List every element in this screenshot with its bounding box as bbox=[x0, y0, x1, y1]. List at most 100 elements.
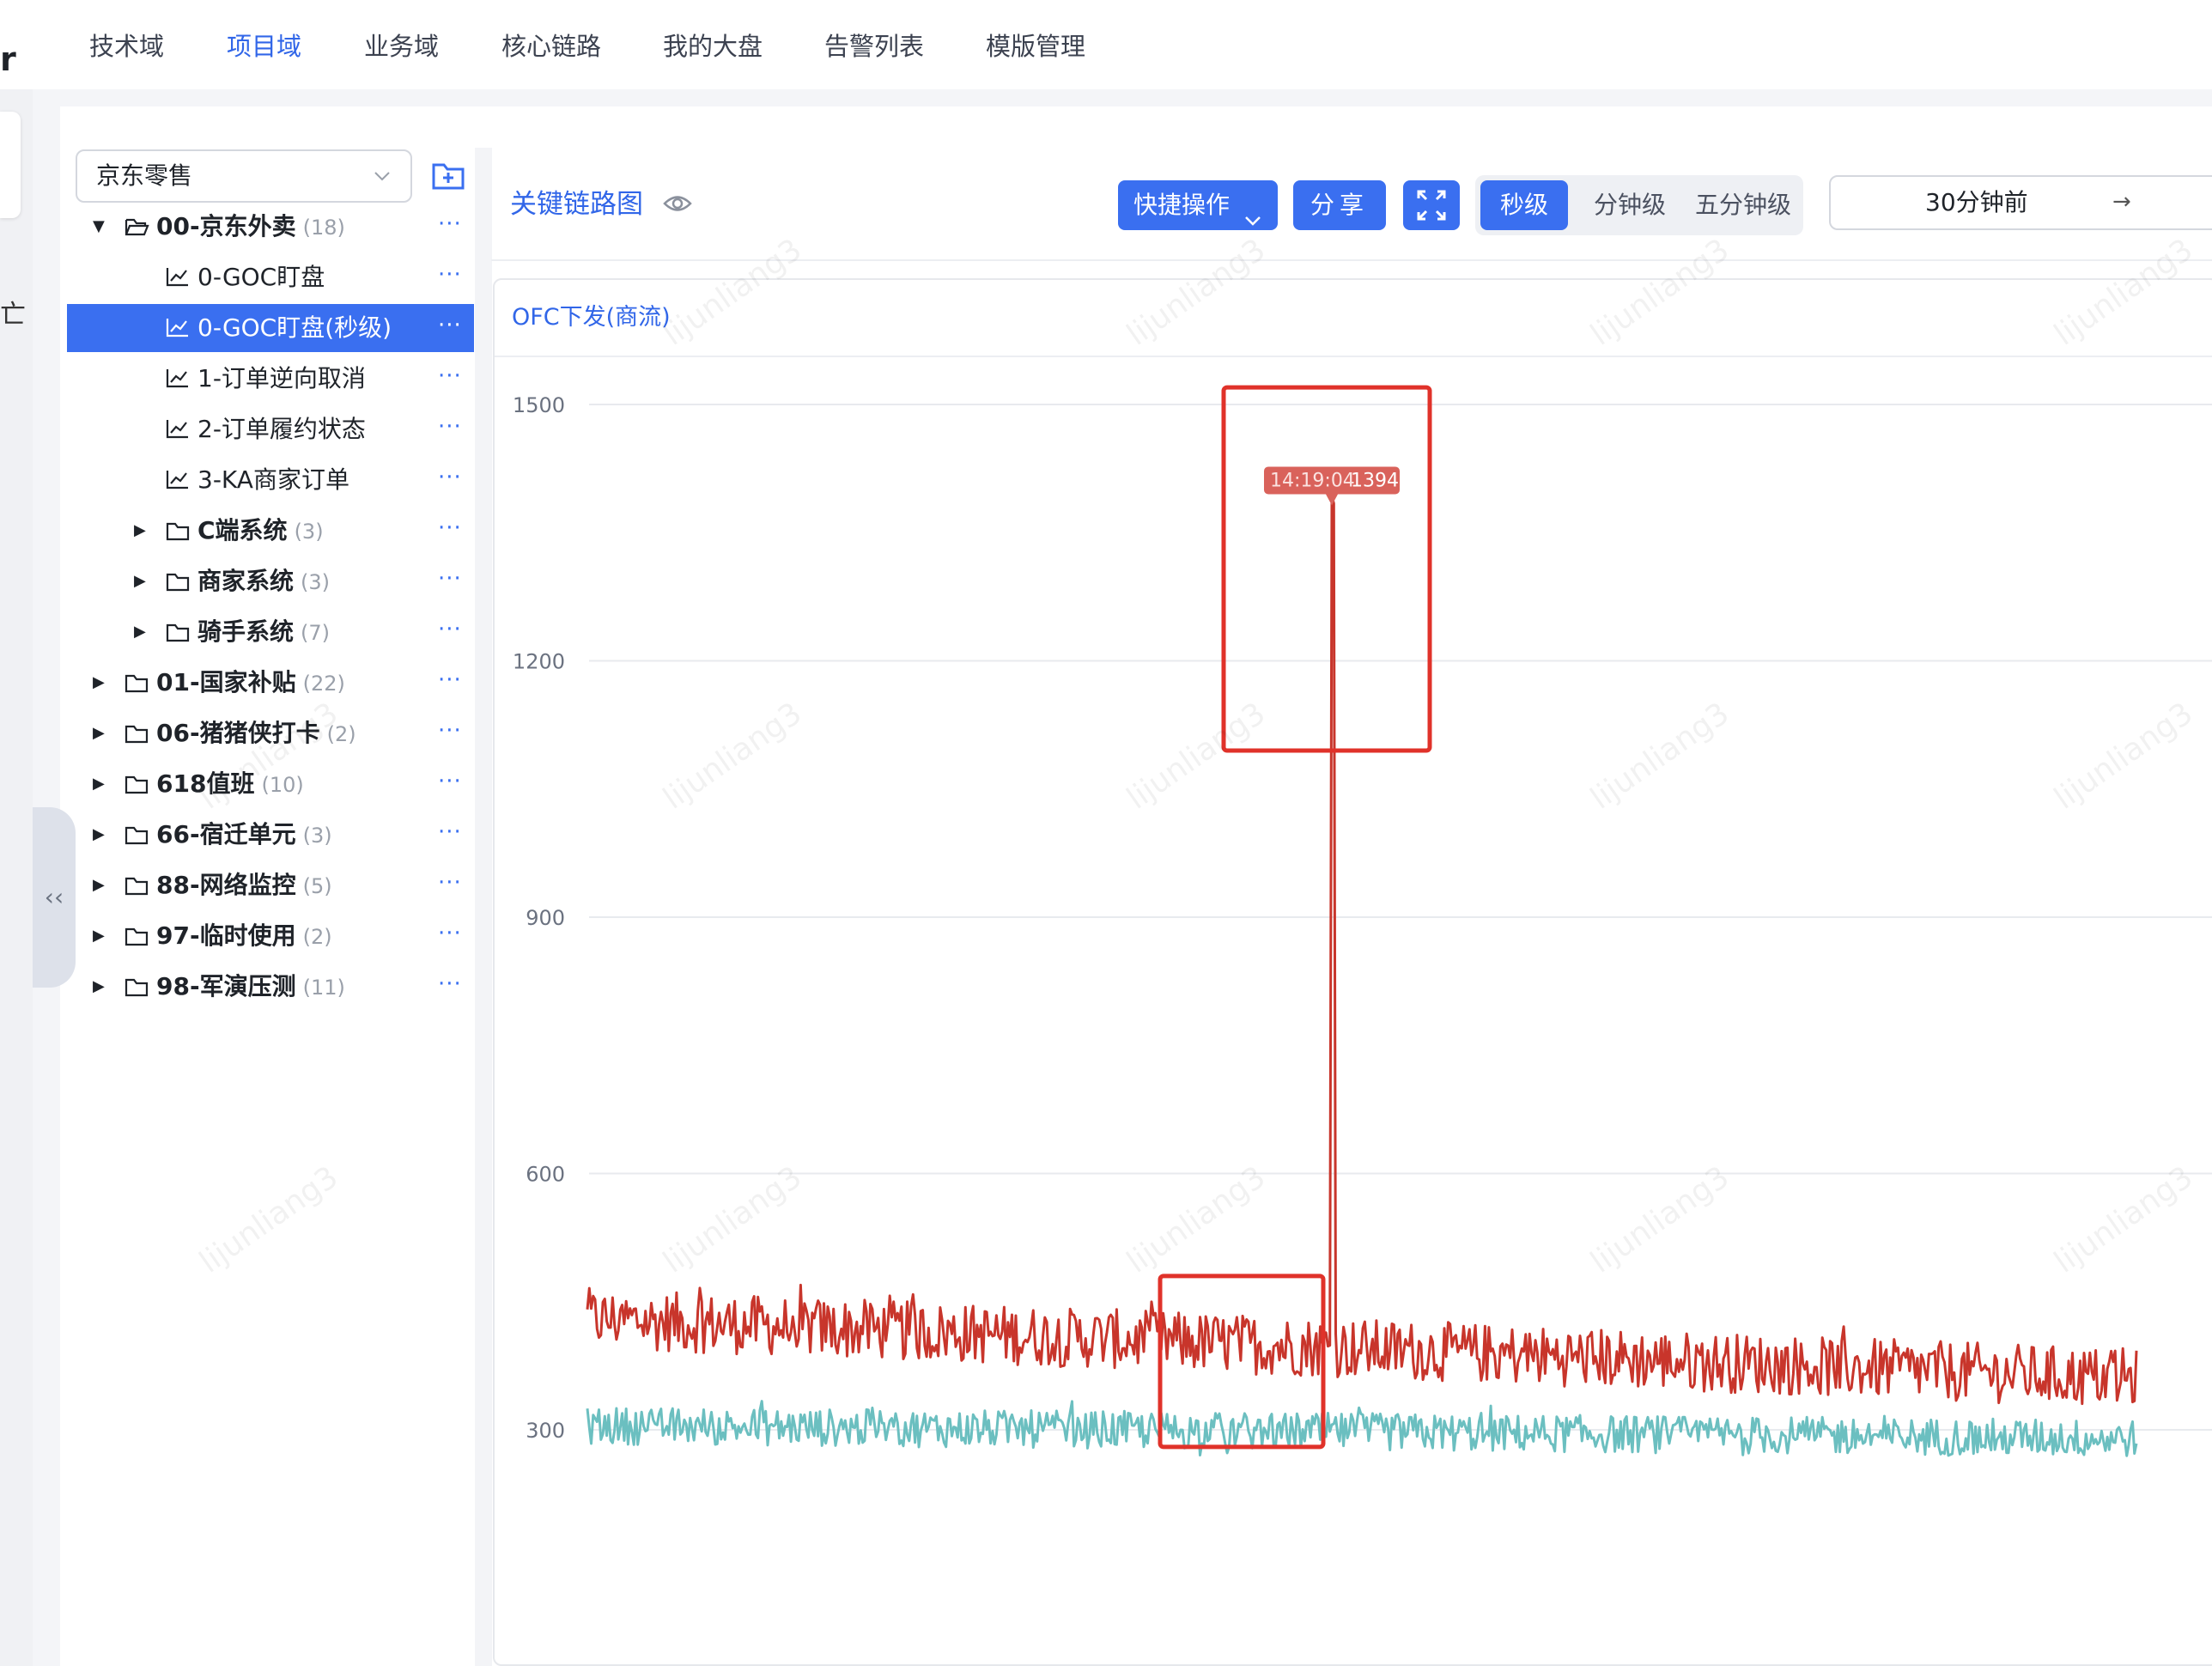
granularity-option[interactable]: 秒级 bbox=[1480, 180, 1568, 230]
folder-icon bbox=[165, 519, 191, 543]
caret-down-icon[interactable]: ▼ bbox=[93, 203, 105, 251]
caret-right-icon[interactable]: ▶ bbox=[93, 659, 105, 707]
nav-tab[interactable]: 项目域 bbox=[227, 26, 301, 67]
nav-tab[interactable]: 告警列表 bbox=[824, 26, 924, 67]
more-icon[interactable]: ··· bbox=[438, 456, 462, 499]
tree-item[interactable]: ▶ C端系统 (3) ··· bbox=[67, 507, 474, 555]
more-icon[interactable]: ··· bbox=[438, 355, 462, 398]
more-icon[interactable]: ··· bbox=[438, 760, 462, 803]
tree-item[interactable]: 0-GOC盯盘 ··· bbox=[67, 253, 474, 301]
more-icon[interactable]: ··· bbox=[438, 304, 462, 347]
page-title: 关键链路图 bbox=[510, 189, 643, 220]
line-chart-icon bbox=[165, 417, 191, 441]
tree-item-label: C端系统 (3) bbox=[198, 507, 324, 556]
folder-open-icon bbox=[124, 215, 149, 239]
more-icon[interactable]: ··· bbox=[438, 912, 462, 955]
fullscreen-icon[interactable] bbox=[1403, 180, 1460, 230]
folder-icon bbox=[124, 671, 149, 695]
eye-icon[interactable] bbox=[663, 192, 692, 218]
time-range-picker[interactable]: 30分钟前 → bbox=[1829, 175, 2212, 230]
nav-tab[interactable]: 我的大盘 bbox=[663, 26, 763, 67]
tree-item-label: 2-订单履约状态 bbox=[198, 405, 366, 453]
more-icon[interactable]: ··· bbox=[438, 608, 462, 651]
tree-item-count: (18) bbox=[302, 216, 345, 240]
series-line bbox=[586, 494, 2138, 1406]
more-icon[interactable]: ··· bbox=[438, 659, 462, 702]
caret-right-icon[interactable]: ▶ bbox=[134, 557, 146, 605]
tree-item-count: (22) bbox=[302, 672, 345, 696]
top-nav-bar bbox=[0, 0, 2212, 89]
tree-item-name: 66-宿迁单元 bbox=[156, 820, 296, 848]
tree-item-name: 商家系统 bbox=[198, 567, 295, 595]
tree-item-label: 98-军演压测 (11) bbox=[156, 963, 345, 1012]
more-icon[interactable]: ··· bbox=[438, 709, 462, 752]
tree-item[interactable]: ▶ 88-网络监控 (5) ··· bbox=[67, 861, 474, 909]
tree-item-label: 3-KA商家订单 bbox=[198, 456, 349, 504]
more-icon[interactable]: ··· bbox=[438, 811, 462, 854]
line-chart[interactable]: 1500 1200 900 600 300 14:19:041394 bbox=[493, 361, 2212, 1666]
tree-item[interactable]: 1-订单逆向取消 ··· bbox=[67, 355, 474, 403]
folder-icon bbox=[124, 772, 149, 796]
tree-item[interactable]: ▼ 00-京东外卖 (18) ··· bbox=[67, 203, 474, 251]
tree-item-count: (3) bbox=[301, 570, 331, 594]
caret-right-icon[interactable]: ▶ bbox=[93, 861, 105, 909]
y-tick-label: 300 bbox=[526, 1419, 565, 1443]
more-icon[interactable]: ··· bbox=[438, 557, 462, 600]
more-icon[interactable]: ··· bbox=[438, 203, 462, 246]
folder-icon bbox=[124, 873, 149, 897]
granularity-option[interactable]: 分钟级 bbox=[1582, 180, 1678, 230]
more-icon[interactable]: ··· bbox=[438, 507, 462, 550]
tree-item[interactable]: ▶ 01-国家补贴 (22) ··· bbox=[67, 659, 474, 707]
time-range-value: 30分钟前 bbox=[1925, 188, 2028, 216]
tree-item-label: 0-GOC盯盘(秒级) bbox=[198, 304, 392, 352]
tooltip-pointer bbox=[1326, 494, 1339, 506]
line-chart-icon bbox=[165, 367, 191, 391]
tree-item[interactable]: ▶ 骑手系统 (7) ··· bbox=[67, 608, 474, 656]
caret-right-icon[interactable]: ▶ bbox=[93, 760, 105, 808]
tree-item[interactable]: ▶ 98-军演压测 (11) ··· bbox=[67, 963, 474, 1011]
caret-right-icon[interactable]: ▶ bbox=[134, 507, 146, 555]
caret-right-icon[interactable]: ▶ bbox=[93, 709, 105, 757]
tree-item[interactable]: ▶ 商家系统 (3) ··· bbox=[67, 557, 474, 605]
tree-item[interactable]: 3-KA商家订单 ··· bbox=[67, 456, 474, 504]
more-icon[interactable]: ··· bbox=[438, 253, 462, 296]
granularity-option[interactable]: 五分钟级 bbox=[1690, 180, 1796, 230]
tree-item[interactable]: ▶ 66-宿迁单元 (3) ··· bbox=[67, 811, 474, 859]
caret-right-icon[interactable]: ▶ bbox=[134, 608, 146, 656]
tree-item[interactable]: 2-订单履约状态 ··· bbox=[67, 405, 474, 453]
tree-item-name: 0-GOC盯盘 bbox=[198, 263, 325, 291]
tree-divider[interactable] bbox=[475, 148, 492, 1666]
caret-right-icon[interactable]: ▶ bbox=[93, 811, 105, 859]
more-icon[interactable]: ··· bbox=[438, 861, 462, 904]
quick-actions-label: 快捷操作 bbox=[1133, 191, 1231, 219]
rail-menu-card[interactable] bbox=[0, 112, 21, 218]
more-icon[interactable]: ··· bbox=[438, 405, 462, 448]
tree-item-name: 0-GOC盯盘(秒级) bbox=[198, 313, 392, 342]
tree-item-name: 00-京东外卖 bbox=[156, 212, 296, 240]
caret-right-icon[interactable]: ▶ bbox=[93, 912, 105, 960]
folder-icon bbox=[165, 569, 191, 593]
nav-tab[interactable]: 技术域 bbox=[89, 26, 164, 67]
tree-item[interactable]: 0-GOC盯盘(秒级) ··· bbox=[67, 304, 474, 352]
tree-item-label: 66-宿迁单元 (3) bbox=[156, 811, 332, 860]
nav-tab[interactable]: 业务域 bbox=[364, 26, 439, 67]
tree-item-name: 1-订单逆向取消 bbox=[198, 364, 366, 392]
nav-tab[interactable]: 模版管理 bbox=[986, 26, 1085, 67]
tree-item-count: (5) bbox=[302, 874, 332, 898]
tree-item-name: 01-国家补贴 bbox=[156, 668, 296, 696]
tree-item-count: (7) bbox=[301, 621, 331, 645]
highlight-box bbox=[1221, 385, 1432, 753]
more-icon[interactable]: ··· bbox=[438, 963, 462, 1006]
nav-tab[interactable]: 核心链路 bbox=[501, 26, 601, 67]
business-select[interactable]: 京东零售 bbox=[76, 149, 412, 203]
caret-right-icon[interactable]: ▶ bbox=[93, 963, 105, 1011]
tree-item[interactable]: ▶ 97-临时使用 (2) ··· bbox=[67, 912, 474, 960]
quick-actions-dropdown[interactable]: 快捷操作 bbox=[1118, 180, 1278, 230]
collapse-panel-button[interactable]: ‹‹ bbox=[33, 807, 76, 988]
tree-item-count: (11) bbox=[302, 976, 345, 1000]
tree-item-name: 98-军演压测 bbox=[156, 972, 296, 1000]
folder-icon bbox=[124, 823, 149, 847]
new-folder-icon[interactable] bbox=[431, 160, 465, 191]
share-button[interactable]: 分享 bbox=[1293, 180, 1386, 230]
tree-item-label: 97-临时使用 (2) bbox=[156, 912, 332, 961]
